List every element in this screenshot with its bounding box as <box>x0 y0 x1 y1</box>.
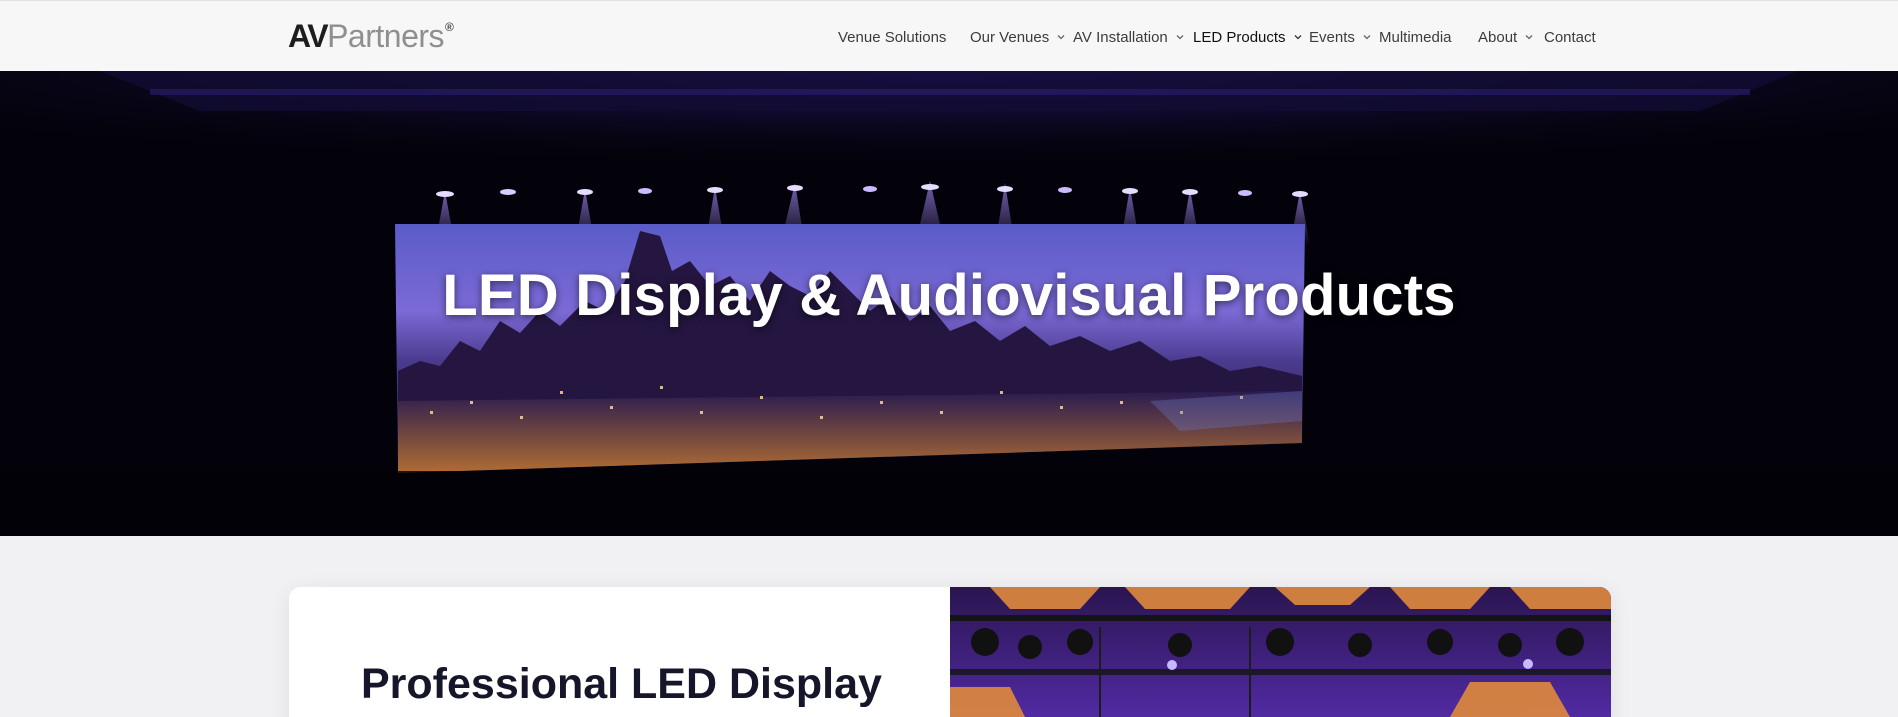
nav-multimedia[interactable]: Multimedia <box>1379 25 1452 49</box>
nav-our-venues[interactable]: Our Venues <box>970 25 1067 49</box>
logo-registered-mark: ® <box>445 20 454 34</box>
intro-text-panel: Professional LED Display <box>289 587 950 717</box>
nav-av-installation[interactable]: AV Installation <box>1073 25 1186 49</box>
intro-image-art <box>950 587 1611 717</box>
hero-banner: LED Display & Audiovisual Products <box>0 71 1898 536</box>
site-logo[interactable]: AV Partners ® <box>288 18 454 54</box>
nav-label: AV Installation <box>1073 28 1168 46</box>
nav-label: Multimedia <box>1379 28 1452 46</box>
nav-label: Our Venues <box>970 28 1050 46</box>
chevron-down-icon <box>1292 31 1304 43</box>
chevron-down-icon <box>1055 31 1067 43</box>
chevron-down-icon <box>1361 31 1373 43</box>
nav-venue-solutions[interactable]: Venue Solutions <box>838 25 946 49</box>
nav-label: Contact <box>1544 28 1596 46</box>
intro-card: Professional LED Display <box>289 587 1611 717</box>
nav-led-products[interactable]: LED Products <box>1193 25 1304 49</box>
logo-av: AV <box>288 18 329 54</box>
chevron-down-icon <box>1523 31 1535 43</box>
intro-image <box>950 587 1611 717</box>
nav-events[interactable]: Events <box>1309 25 1373 49</box>
nav-label: About <box>1478 28 1518 46</box>
nav-about[interactable]: About <box>1478 25 1535 49</box>
intro-title: Professional LED Display <box>361 660 882 708</box>
site-header: AV Partners ® Venue Solutions Our Venues A… <box>0 0 1898 71</box>
nav-label: Venue Solutions <box>838 28 947 46</box>
nav-contact[interactable]: Contact <box>1544 25 1596 49</box>
chevron-down-icon <box>1174 31 1186 43</box>
nav-label: LED Products <box>1193 28 1286 46</box>
logo-partners: Partners <box>327 18 445 54</box>
hero-title: LED Display & Audiovisual Products <box>442 263 1456 328</box>
nav-label: Events <box>1309 28 1355 46</box>
